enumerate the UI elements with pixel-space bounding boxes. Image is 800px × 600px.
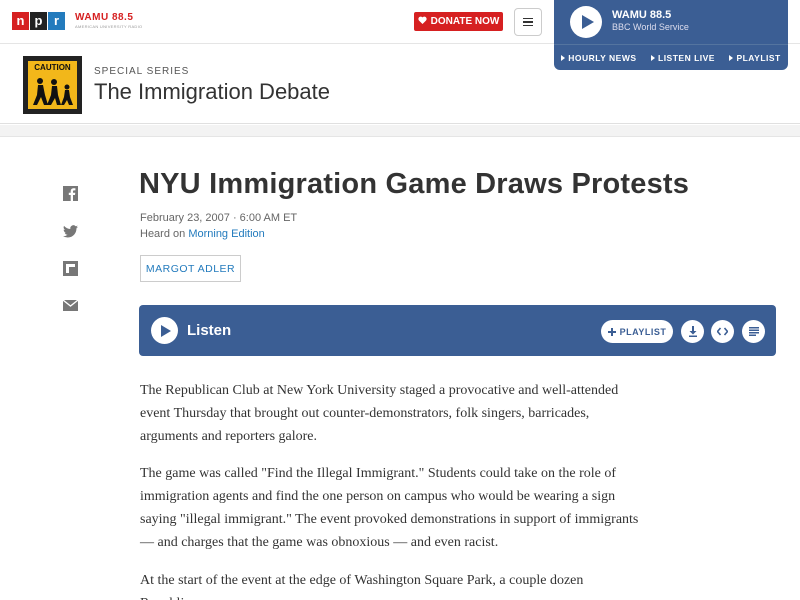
embed-code-icon [717, 327, 728, 336]
article-headline: NYU Immigration Game Draws Protests [139, 168, 690, 200]
listen-label[interactable]: Listen [187, 322, 231, 339]
section-divider [0, 125, 800, 137]
heard-on-prefix: Heard on [140, 228, 189, 240]
playlist-button-label: PLAYLIST [619, 326, 667, 337]
email-icon [62, 299, 78, 311]
hamburger-icon-line [523, 21, 533, 23]
npr-logo-n: n [12, 12, 29, 30]
flipboard-icon [62, 260, 78, 276]
transcript-button[interactable] [742, 320, 765, 343]
donate-label: DONATE NOW [430, 16, 500, 27]
donate-button[interactable]: DONATE NOW [414, 12, 503, 31]
caution-sign-image: CAUTION [26, 59, 79, 111]
article-dateline: February 23, 2007 · 6:00 AM ET [140, 212, 298, 224]
byline-margot-adler[interactable]: MARGOT ADLER [140, 255, 241, 282]
plus-icon [607, 327, 616, 336]
series-title[interactable]: The Immigration Debate [94, 79, 330, 105]
embed-button[interactable] [711, 320, 734, 343]
program-link[interactable]: Morning Edition [188, 228, 264, 240]
article-paragraph: The Republican Club at New York Universi… [140, 383, 619, 444]
twitter-icon [62, 224, 78, 237]
npr-logo-p: p [30, 12, 47, 30]
add-to-playlist-button[interactable]: PLAYLIST [601, 320, 673, 343]
series-image[interactable]: CAUTION [23, 56, 82, 114]
hamburger-icon-line [523, 24, 533, 27]
player-station-title: WAMU 88.5 [612, 9, 672, 21]
play-icon [581, 15, 594, 29]
player-program-subtitle: BBC World Service [612, 22, 689, 32]
listen-play-button[interactable] [151, 317, 178, 344]
heart-icon [418, 16, 427, 27]
transcript-lines-icon [748, 327, 759, 336]
email-share[interactable] [61, 296, 79, 314]
twitter-share[interactable] [61, 222, 79, 240]
running-family-icon [33, 78, 73, 105]
download-button[interactable] [681, 320, 704, 343]
play-icon [160, 324, 171, 337]
download-icon [688, 326, 697, 337]
flipboard-share[interactable] [61, 259, 79, 277]
facebook-share[interactable] [61, 184, 79, 202]
player-play-button[interactable] [570, 6, 602, 38]
article-paragraph: The game was called "Find the Illegal Im… [140, 466, 639, 550]
audio-player-bar: Listen PLAYLIST [139, 305, 776, 356]
series-label: SPECIAL SERIES [94, 66, 190, 77]
facebook-icon [62, 185, 78, 201]
npr-logo[interactable]: n p r [12, 12, 66, 30]
series-header: CAUTION SPECIAL SERIES The Immigration D… [0, 44, 800, 124]
station-logo-tagline: AMERICAN UNIVERSITY RADIO [75, 24, 143, 29]
article-paragraph: At the start of the event at the edge of… [140, 573, 584, 600]
menu-button[interactable] [514, 8, 542, 36]
heard-on-line: Heard on Morning Edition [140, 228, 265, 240]
caution-sign-text: CAUTION [34, 63, 71, 72]
station-logo[interactable]: WAMU 88.5 AMERICAN UNIVERSITY RADIO [75, 12, 142, 29]
npr-logo-r: r [48, 12, 65, 30]
station-logo-name: WAMU 88.5 [75, 12, 134, 23]
hamburger-icon-line [523, 17, 533, 20]
